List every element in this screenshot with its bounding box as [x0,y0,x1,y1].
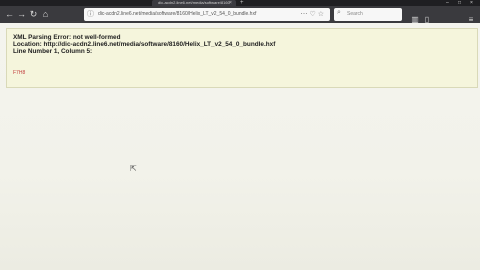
info-icon[interactable]: ⓘ [87,9,94,19]
url-text: dic-acdn2.line6.net/media/software/8160/… [98,11,257,17]
address-bar[interactable]: ⓘ dic-acdn2.line6.net/media/software/816… [84,8,330,21]
error-title: XML Parsing Error: not well-formed [13,34,121,41]
error-source-text: F7H8 [13,70,26,76]
forward-icon[interactable]: → [16,9,27,20]
search-icon: ⌕ [337,9,341,16]
error-line-number: Line Number 1, Column 5: [13,48,93,55]
back-icon[interactable]: ← [4,9,15,20]
error-location: Location: http://dic-acdn2.line6.net/med… [13,41,276,48]
search-bar[interactable]: ⌕ Search [334,8,402,21]
xml-error-box: XML Parsing Error: not well-formed Locat… [6,28,478,88]
tab-title: dic-acdn2.line6.net/media/software/8160 [158,0,230,5]
search-input[interactable]: Search [347,11,363,18]
mouse-cursor-icon: ⇱ [130,164,137,173]
bookmark-icon[interactable]: ⋯♡☆ [300,10,326,18]
reload-icon[interactable]: ↻ [28,9,39,20]
page-content: XML Parsing Error: not well-formed Locat… [0,23,480,270]
home-icon[interactable]: ⌂ [40,9,51,20]
